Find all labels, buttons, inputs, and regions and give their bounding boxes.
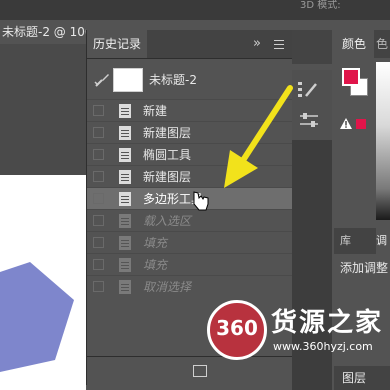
history-state-label: 载入选区 (143, 214, 192, 228)
watermark-brand: 货源之家 (271, 308, 384, 338)
history-source-checkbox[interactable] (93, 127, 104, 138)
new-document-from-state-icon[interactable] (193, 365, 207, 377)
color-spectrum[interactable] (376, 62, 390, 220)
history-state[interactable]: 新建 (87, 99, 293, 121)
document-icon (119, 126, 131, 140)
history-state-selected[interactable]: 多边形工具 (87, 187, 293, 209)
watermark-url: www.360hyzj.com (273, 340, 373, 353)
history-state-undone[interactable]: 取消选择 (87, 275, 293, 297)
snapshot-thumbnail (113, 68, 143, 92)
tab-color[interactable]: 颜色 (334, 30, 374, 58)
history-state-label: 填充 (143, 236, 168, 250)
history-panel-tabbar: 历史记录 » (87, 30, 293, 59)
foreground-color-swatch[interactable] (342, 68, 360, 86)
collapse-panel-icon[interactable]: » (249, 36, 265, 52)
history-source-checkbox[interactable] (93, 105, 104, 116)
history-state-label: 填充 (143, 258, 168, 272)
history-source-checkbox[interactable] (93, 259, 104, 270)
document-icon (119, 104, 131, 118)
tab-libraries[interactable]: 库 (340, 228, 351, 254)
brush-preset-icon[interactable] (296, 80, 320, 100)
document-icon (119, 148, 131, 162)
history-state-label: 新建图层 (143, 170, 192, 184)
panel-dock-header (292, 30, 332, 64)
canvas-document[interactable] (0, 175, 86, 390)
history-state[interactable]: 椭圆工具 (87, 143, 293, 165)
document-tab[interactable]: 未标题-2 @ 100 (0, 20, 86, 44)
tab-adjustments[interactable]: 调 (376, 228, 390, 254)
properties-sliders-icon[interactable] (298, 112, 320, 128)
document-icon (119, 236, 131, 250)
gamut-color-swatch[interactable] (356, 119, 366, 129)
history-state-label: 椭圆工具 (143, 148, 192, 162)
3d-mode-label: 3D 模式: (300, 0, 341, 11)
history-state[interactable]: 新建图层 (87, 121, 293, 143)
history-source-checkbox[interactable] (93, 149, 104, 160)
document-icon (119, 170, 131, 184)
history-brush-icon[interactable] (93, 71, 111, 89)
history-state-label: 新建 (143, 104, 168, 118)
history-source-checkbox[interactable] (93, 281, 104, 292)
gamut-warning-icon[interactable] (340, 118, 352, 129)
document-icon (119, 280, 131, 294)
snapshot-name: 未标题-2 (149, 73, 197, 87)
document-icon (119, 214, 131, 228)
history-source-checkbox[interactable] (93, 237, 104, 248)
history-state-undone[interactable]: 载入选区 (87, 209, 293, 231)
document-icon (119, 258, 131, 272)
document-icon (119, 192, 131, 206)
adjustments-title: 添加调整 (340, 261, 389, 275)
tab-history[interactable]: 历史记录 (87, 30, 147, 58)
watermark-logo-number: 360 (216, 316, 258, 340)
history-state[interactable]: 新建图层 (87, 165, 293, 187)
watermark: 360 货源之家 www.360hyzj.com (207, 300, 385, 372)
history-source-checkbox[interactable] (93, 171, 104, 182)
panel-menu-icon[interactable] (271, 36, 287, 52)
history-state-label: 新建图层 (143, 126, 192, 140)
history-state-label: 取消选择 (143, 280, 192, 294)
history-source-checkbox[interactable] (93, 193, 104, 204)
history-state-label: 多边形工具 (143, 192, 204, 206)
history-snapshot[interactable]: 未标题-2 (87, 62, 293, 98)
tab-swatches[interactable]: 色 (376, 30, 390, 58)
history-state-undone[interactable]: 填充 (87, 231, 293, 253)
history-state-undone[interactable]: 填充 (87, 253, 293, 275)
history-source-checkbox[interactable] (93, 215, 104, 226)
